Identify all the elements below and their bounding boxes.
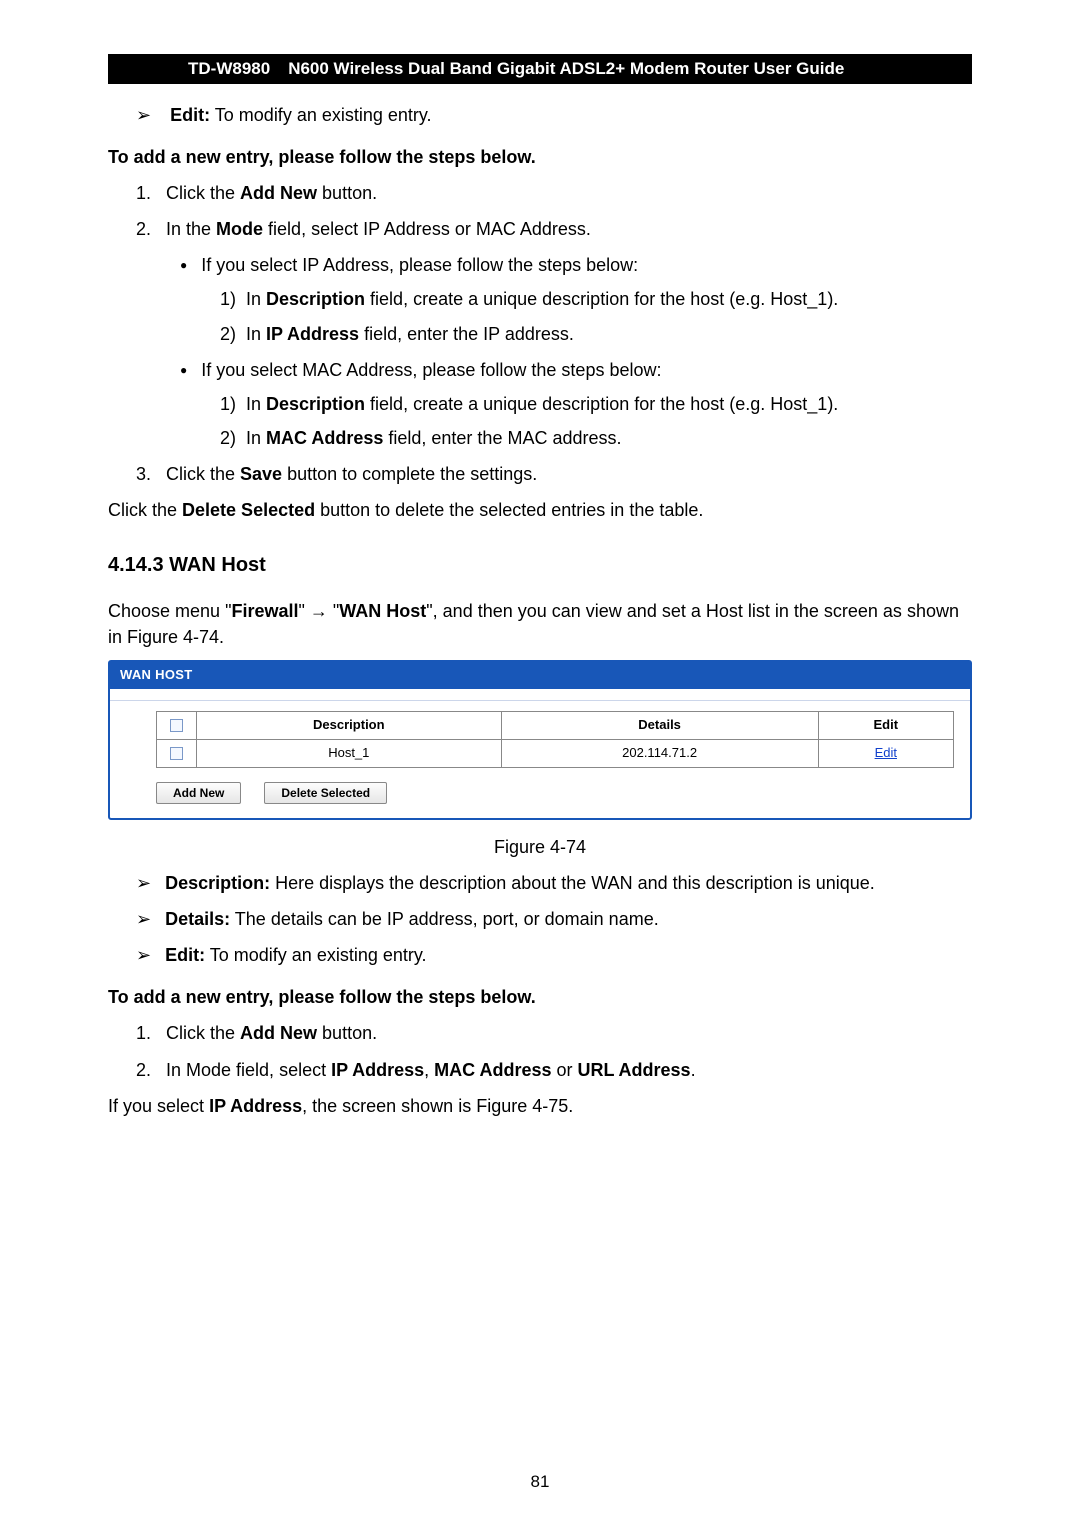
add-entry-intro: To add a new entry, please follow the st… (108, 144, 972, 170)
table-header-row: Description Details Edit (157, 712, 954, 740)
step-1: 1.Click the Add New button. (136, 180, 972, 206)
wan-host-title: WAN HOST (110, 662, 970, 689)
def-edit: Edit: To modify an existing entry. (136, 942, 972, 968)
add-steps-list-2: 1.Click the Add New button. 2.In Mode fi… (136, 1020, 972, 1082)
wan-host-strip (110, 689, 970, 701)
ip-select-note: If you select IP Address, the screen sho… (108, 1093, 972, 1119)
delete-selected-button[interactable]: Delete Selected (264, 782, 387, 804)
checkbox-icon[interactable] (170, 719, 183, 732)
figure-caption: Figure 4-74 (108, 834, 972, 860)
wan-host-panel: WAN HOST Description Details Edit Host_1… (108, 660, 972, 820)
table-row: Host_1 202.114.71.2 Edit (157, 740, 954, 768)
model-label: TD-W8980 (108, 57, 280, 82)
col-description: Description (197, 712, 502, 740)
def-description: Description: Here displays the descripti… (136, 870, 972, 896)
edit-link[interactable]: Edit (875, 745, 897, 760)
doc-title: N600 Wireless Dual Band Gigabit ADSL2+ M… (280, 57, 844, 82)
add-entry-intro-2: To add a new entry, please follow the st… (108, 984, 972, 1010)
add-new-button[interactable]: Add New (156, 782, 241, 804)
checkbox-icon[interactable] (170, 747, 183, 760)
page-number: 81 (0, 1470, 1080, 1495)
row-select-cell[interactable] (157, 740, 197, 768)
delete-selected-note: Click the Delete Selected button to dele… (108, 497, 972, 523)
mac-step-2: 2)In MAC Address field, enter the MAC ad… (220, 425, 972, 451)
def-details: Details: The details can be IP address, … (136, 906, 972, 932)
mac-branch: If you select MAC Address, please follow… (180, 357, 972, 451)
section-heading: 4.14.3 WAN Host (108, 551, 972, 580)
ip-step-1: 1)In Description field, create a unique … (220, 286, 972, 312)
ip-step-2: 2)In IP Address field, enter the IP addr… (220, 321, 972, 347)
col-edit: Edit (818, 712, 953, 740)
wan-host-table: Description Details Edit Host_1 202.114.… (156, 711, 954, 768)
col-details: Details (501, 712, 818, 740)
select-all-cell[interactable] (157, 712, 197, 740)
step-2: 2.In the Mode field, select IP Address o… (136, 216, 972, 451)
step2-2: 2.In Mode field, select IP Address, MAC … (136, 1057, 972, 1083)
definition-list: Description: Here displays the descripti… (136, 870, 972, 968)
choose-menu-para: Choose menu "Firewall" → "WAN Host", and… (108, 598, 972, 650)
add-steps-list: 1.Click the Add New button. 2.In the Mod… (136, 180, 972, 487)
row-details: 202.114.71.2 (501, 740, 818, 768)
ip-branch: If you select IP Address, please follow … (180, 252, 972, 346)
row-description: Host_1 (197, 740, 502, 768)
step-3: 3.Click the Save button to complete the … (136, 461, 972, 487)
doc-header: TD-W8980 N600 Wireless Dual Band Gigabit… (108, 54, 972, 84)
edit-definition: Edit: To modify an existing entry. (136, 102, 972, 128)
step2-1: 1.Click the Add New button. (136, 1020, 972, 1046)
mac-step-1: 1)In Description field, create a unique … (220, 391, 972, 417)
